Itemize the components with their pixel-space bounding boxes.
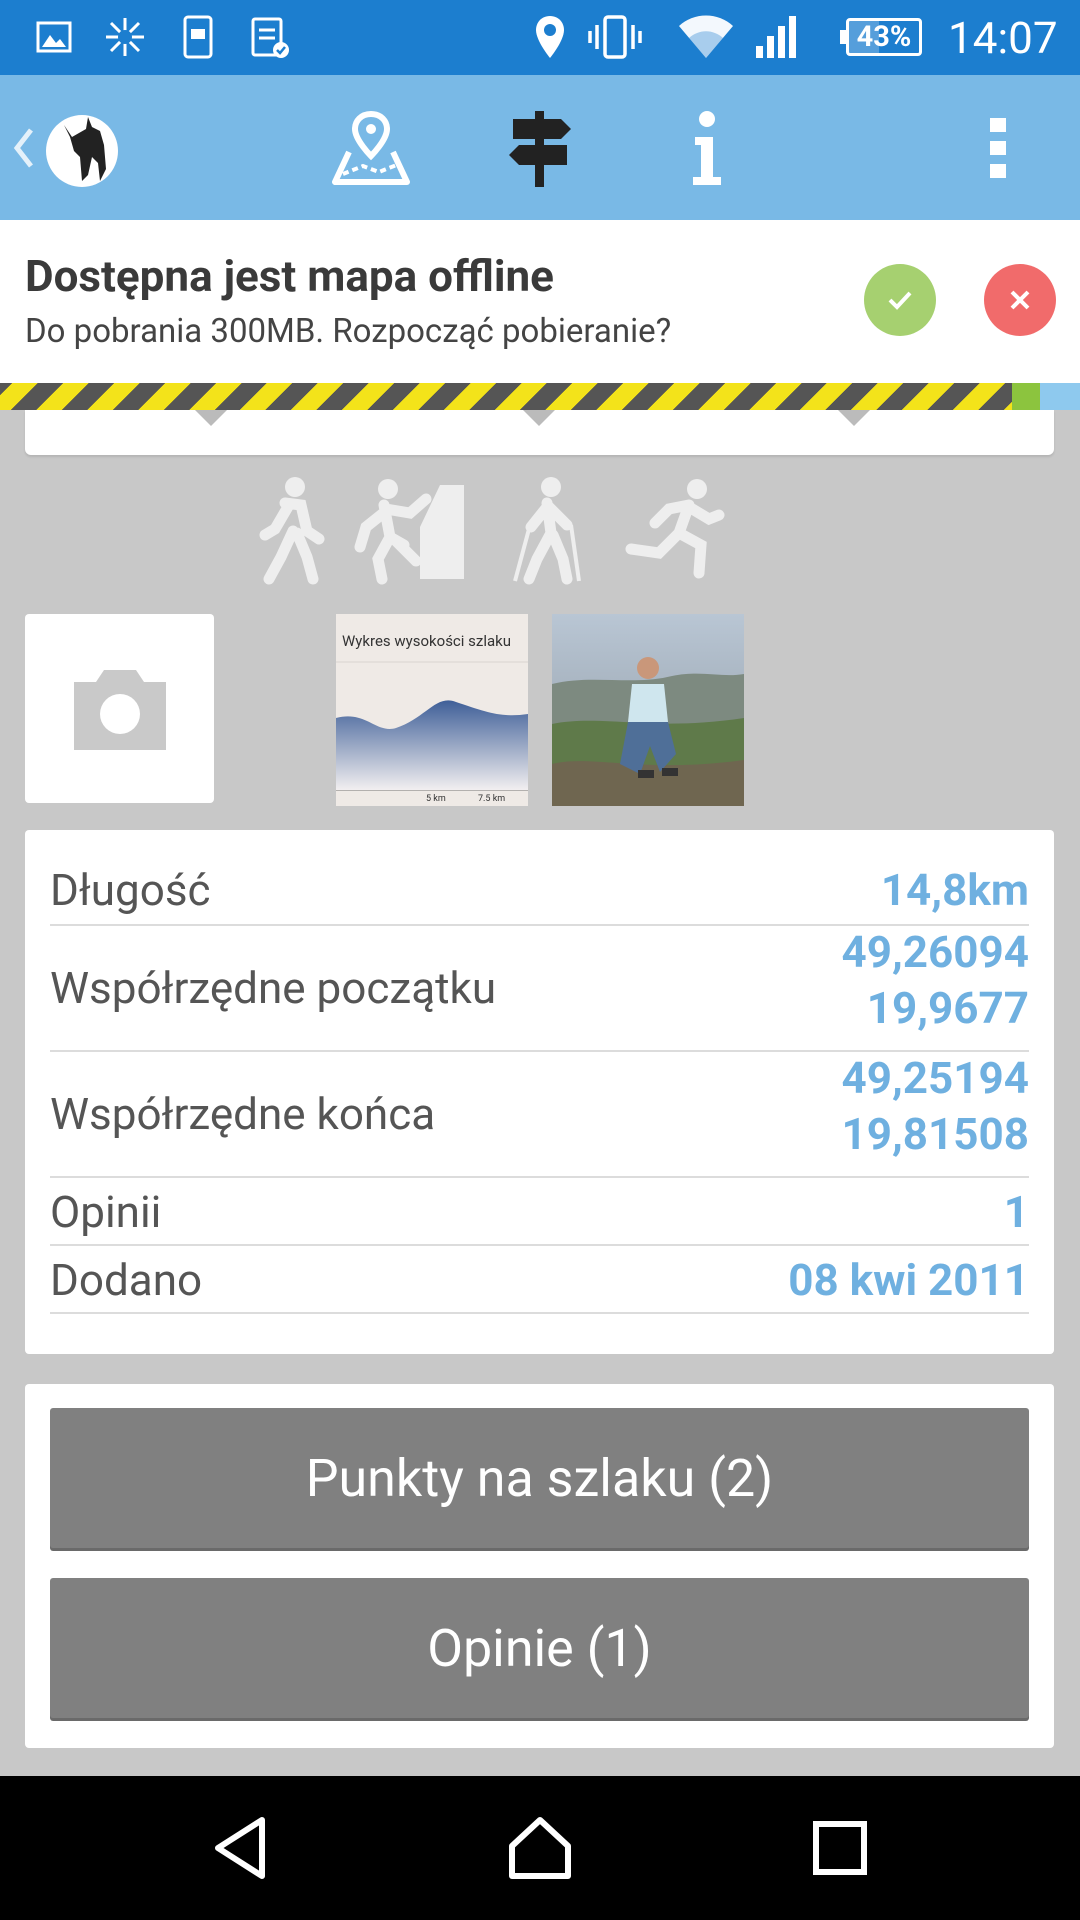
- card-marker-icon: [195, 410, 227, 426]
- chart-thumb-label: 7.5 km: [478, 794, 506, 804]
- system-navigation-bar: [0, 1776, 1080, 1920]
- detail-value: 19,81508: [841, 1108, 1029, 1160]
- accept-download-button[interactable]: [864, 264, 936, 336]
- elevation-chart-thumbnail[interactable]: Wykres wysokości szlaku 5 km 7.5 km: [336, 614, 528, 806]
- location-icon: [532, 12, 568, 62]
- chart-thumb-label: 5 km: [426, 794, 446, 804]
- hazard-stripe-divider: [0, 383, 1080, 410]
- detail-row-added: Dodano 08 kwi 2011: [50, 1246, 1029, 1314]
- back-chevron-icon[interactable]: [8, 75, 40, 220]
- hazard-stripe-blue: [1040, 383, 1080, 410]
- add-photo-button[interactable]: [25, 614, 214, 803]
- banner-subtitle: Do pobrania 300MB. Rozpocząć pobieranie?: [25, 312, 672, 351]
- detail-row-end-coords: Współrzędne końca 49,25194 19,81508: [50, 1052, 1029, 1178]
- phone-card-icon: [180, 12, 216, 62]
- chart-thumb-title: Wykres wysokości szlaku: [342, 632, 512, 650]
- detail-label: Opinii: [50, 1186, 162, 1238]
- battery-indicator: 43%: [840, 18, 922, 56]
- card-marker-icon: [523, 410, 555, 426]
- close-icon: [1010, 290, 1030, 310]
- nav-home-icon[interactable]: [490, 1798, 590, 1898]
- nordic-walking-icon: [490, 470, 610, 590]
- image-icon: [34, 12, 74, 62]
- detail-row-length: Długość 14,8km: [50, 858, 1029, 926]
- signpost-icon[interactable]: [500, 75, 580, 220]
- trail-points-button[interactable]: Punkty na szlaku (2): [50, 1408, 1029, 1548]
- status-bar: 43% 14:07: [0, 0, 1080, 75]
- opinions-button[interactable]: Opinie (1): [50, 1578, 1029, 1718]
- overflow-menu-icon[interactable]: [978, 75, 1018, 220]
- sparkle-icon: [100, 12, 150, 62]
- info-icon[interactable]: [680, 75, 734, 220]
- detail-label: Współrzędne początku: [50, 962, 497, 1014]
- detail-label: Współrzędne końca: [50, 1088, 436, 1140]
- clock: 14:07: [948, 12, 1058, 64]
- detail-row-opinions: Opinii 1: [50, 1178, 1029, 1246]
- offline-map-banner: Dostępna jest mapa offline Do pobrania 3…: [0, 220, 1080, 383]
- app-bar: [0, 75, 1080, 220]
- card-marker-icon: [838, 410, 870, 426]
- detail-value: 19,9677: [866, 982, 1029, 1034]
- detail-label: Dodano: [50, 1254, 203, 1306]
- nav-recents-icon[interactable]: [790, 1798, 890, 1898]
- clipboard-check-icon: [248, 12, 292, 62]
- detail-row-start-coords: Współrzędne początku 49,26094 19,9677: [50, 926, 1029, 1052]
- trail-photo-thumbnail[interactable]: [552, 614, 744, 806]
- detail-value: 49,26094: [841, 926, 1029, 978]
- map-icon[interactable]: [328, 75, 414, 220]
- vibrate-icon: [586, 12, 644, 62]
- banner-title: Dostępna jest mapa offline: [25, 250, 554, 302]
- activity-types: [230, 470, 750, 590]
- app-logo[interactable]: [40, 75, 130, 220]
- difficulty-card: [25, 410, 1054, 455]
- detail-value: 49,25194: [841, 1052, 1029, 1104]
- detail-label: Długość: [50, 864, 211, 916]
- wifi-icon: [676, 12, 736, 62]
- detail-value: 1: [1003, 1186, 1029, 1238]
- walking-icon: [230, 470, 350, 590]
- climbing-icon: [352, 470, 472, 590]
- actions-card: Punkty na szlaku (2) Opinie (1): [25, 1384, 1054, 1748]
- check-icon: [888, 291, 912, 310]
- dismiss-download-button[interactable]: [984, 264, 1056, 336]
- nav-back-icon[interactable]: [190, 1798, 290, 1898]
- camera-icon: [73, 669, 166, 750]
- hazard-stripe-green: [1012, 383, 1040, 410]
- trail-photo-image: [552, 614, 744, 806]
- running-icon: [614, 470, 734, 590]
- detail-value: 14,8km: [880, 864, 1029, 916]
- signal-icon: [752, 12, 804, 62]
- detail-value: 08 kwi 2011: [788, 1254, 1029, 1306]
- trail-details-card: Długość 14,8km Współrzędne początku 49,2…: [25, 830, 1054, 1354]
